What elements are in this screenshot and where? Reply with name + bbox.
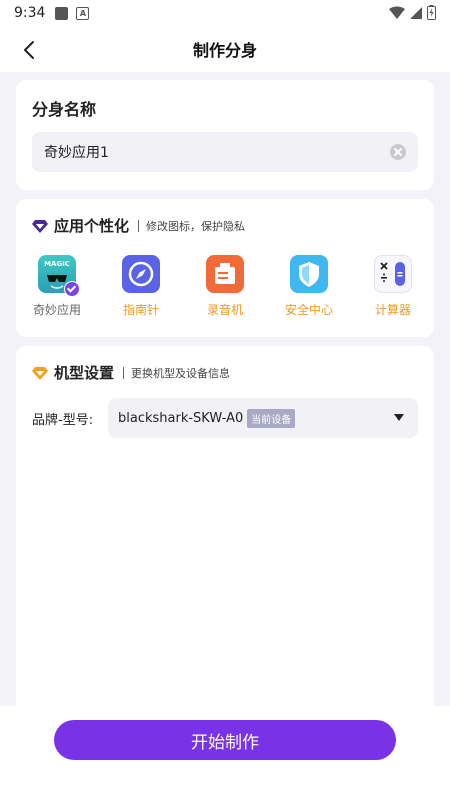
nav-bar: 制作分身 [0,26,450,72]
model-row: 品牌-型号: blackshark-SKW-A0 当前设备 [32,398,418,438]
status-time: 9:34 [14,5,46,21]
page-title: 制作分身 [192,41,257,60]
compass-icon [122,255,160,293]
model-dropdown[interactable]: blackshark-SKW-A0 当前设备 [108,398,418,438]
compass-graphic [128,261,154,287]
battery-icon [427,5,436,20]
app-label: 指南针 [122,303,159,317]
model-subtitle: 更换机型及设备信息 [131,366,231,380]
magic-app-icon: MAGIC [38,255,80,297]
model-header: 机型设置 更换机型及设备信息 [32,362,230,383]
wifi-icon [389,6,405,19]
diamond-icon [32,219,48,233]
recorder-graphic [215,263,235,284]
model-label: 品牌-型号: [32,412,94,428]
selected-check-icon [64,281,80,297]
bottom-bar: 开始制作 [0,706,450,800]
start-create-button[interactable]: 开始制作 [54,720,396,760]
notification-icon [55,6,69,20]
current-device-badge: 当前设备 [247,408,296,428]
recorder-icon [206,255,244,293]
app-label: 奇妙应用 [32,303,81,317]
signal-icon [410,6,422,19]
model-settings-card: 机型设置 更换机型及设备信息 品牌-型号: blackshark-SKW-A0 … [16,346,434,706]
shield-graphic [299,262,319,287]
app-label: 录音机 [206,303,243,317]
diamond-gold-icon [32,366,48,380]
app-label: 安全中心 [284,303,333,317]
app-option-recorder[interactable]: 录音机 [190,255,260,318]
model-title: 机型设置 [54,364,115,382]
personalize-header: 应用个性化 修改图标，保护隐私 [32,215,245,236]
personalize-card: 应用个性化 修改图标，保护隐私 MAGIC 奇妙应用 指南针 录音机 安全中心 … [16,199,434,337]
clone-name-card: 分身名称 奇妙应用1 [16,80,434,190]
clone-name-input[interactable]: 奇妙应用1 [32,132,418,172]
app-option-compass[interactable]: 指南针 [106,255,176,318]
svg-text:MAGIC: MAGIC [44,260,70,268]
dropdown-arrow-icon [394,414,404,421]
clone-name-value[interactable]: 奇妙应用1 [44,142,109,162]
divider [123,366,125,379]
status-bar: 9:34 A [0,0,450,26]
personalize-subtitle: 修改图标，保护隐私 [146,219,246,233]
back-arrow-icon[interactable] [18,38,42,62]
model-value: blackshark-SKW-A0 [118,410,244,426]
calculator-graphic [380,262,405,286]
personalize-title: 应用个性化 [54,217,130,235]
calculator-icon [374,255,412,293]
app-option-security[interactable]: 安全中心 [274,255,344,318]
divider [138,219,140,232]
app-option-calculator[interactable]: 计算器 [358,255,428,318]
clear-icon[interactable] [390,144,406,160]
app-icons-row: MAGIC 奇妙应用 指南针 录音机 安全中心 计算器 [16,255,434,325]
clone-name-title: 分身名称 [32,100,97,119]
shield-icon [290,255,328,293]
app-label: 计算器 [374,303,411,317]
status-indicators [389,5,436,20]
app-option-magic[interactable]: MAGIC 奇妙应用 [22,255,92,318]
a-notification-icon: A [76,6,90,20]
